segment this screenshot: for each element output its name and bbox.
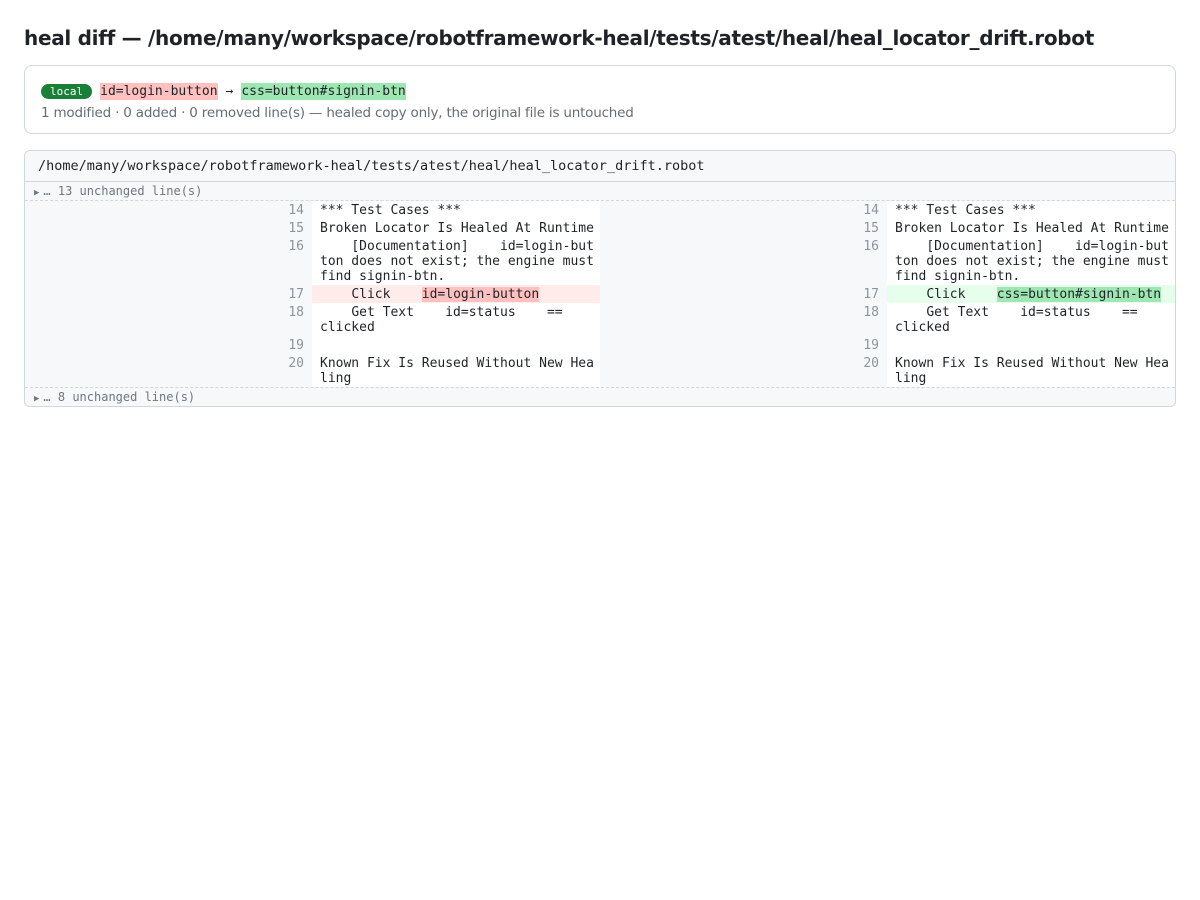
right-code-line: Known Fix Is Reused Without New Healing xyxy=(887,354,1175,387)
left-code-line: *** Test Cases *** xyxy=(312,201,600,219)
original-side: 14 *** Test Cases *** 15 Broken Locator Is … xyxy=(25,201,600,387)
left-line-number: 15 xyxy=(25,219,312,237)
right-code-line: Click css=button#signin-btn xyxy=(887,285,1175,303)
new-locator: css=button#signin-btn xyxy=(241,82,406,100)
left-line-number: 20 xyxy=(25,354,312,387)
source-badge: local xyxy=(41,83,93,99)
arrow-icon: → xyxy=(225,83,234,99)
right-code-line: Broken Locator Is Healed At Runtime xyxy=(887,219,1175,237)
right-code-line: *** Test Cases *** xyxy=(887,201,1175,219)
right-line-number: 20 xyxy=(600,354,887,387)
split-diff-view: 14 *** Test Cases *** 15 Broken Locator Is … xyxy=(25,201,1175,387)
added-locator-highlight: css=button#signin-btn xyxy=(996,286,1162,302)
heal-summary-card: local id=login-button → css=button#signi… xyxy=(24,65,1176,134)
fold-label: … 13 unchanged line(s) xyxy=(43,184,203,198)
right-line-number: 17 xyxy=(600,285,887,303)
expand-unchanged-bottom[interactable]: ▶… 8 unchanged line(s) xyxy=(25,387,1175,406)
old-locator: id=login-button xyxy=(100,82,218,100)
right-code-line: Get Text id=status == clicked xyxy=(887,303,1175,336)
removed-locator-highlight: id=login-button xyxy=(421,286,540,302)
expand-unchanged-top[interactable]: ▶… 13 unchanged line(s) xyxy=(25,182,1175,201)
left-line-number: 14 xyxy=(25,201,312,219)
page-title: heal diff — /home/many/workspace/robotfr… xyxy=(24,26,1095,50)
right-line-number: 18 xyxy=(600,303,887,336)
left-line-number: 19 xyxy=(25,336,312,354)
code-text: Click xyxy=(895,286,997,302)
right-code-line xyxy=(887,336,1175,354)
left-code-line: Known Fix Is Reused Without New Healing xyxy=(312,354,600,387)
right-line-number: 15 xyxy=(600,219,887,237)
expand-triangle-icon: ▶ xyxy=(34,188,40,198)
left-code-line xyxy=(312,336,600,354)
right-line-number: 16 xyxy=(600,237,887,285)
left-line-number: 16 xyxy=(25,237,312,285)
left-code-line: Get Text id=status == clicked xyxy=(312,303,600,336)
change-stats: 1 modified · 0 added · 0 removed line(s)… xyxy=(41,105,634,121)
file-diff: /home/many/workspace/robotframework-heal… xyxy=(24,150,1176,407)
left-code-line: Click id=login-button xyxy=(312,285,600,303)
right-line-number: 19 xyxy=(600,336,887,354)
healed-side: 14 *** Test Cases *** 15 Broken Locator Is … xyxy=(600,201,1175,387)
right-code-line: [Documentation] id=login-button does not… xyxy=(887,237,1175,285)
code-text: Click xyxy=(320,286,422,302)
right-line-number: 14 xyxy=(600,201,887,219)
left-line-number: 17 xyxy=(25,285,312,303)
page: heal diff — /home/many/workspace/robotfr… xyxy=(0,0,1200,407)
locator-change-line: local id=login-button → css=button#signi… xyxy=(41,81,1159,101)
fold-label: … 8 unchanged line(s) xyxy=(43,390,196,404)
file-path-header: /home/many/workspace/robotframework-heal… xyxy=(25,151,1175,182)
left-code-line: [Documentation] id=login-button does not… xyxy=(312,237,600,285)
expand-triangle-icon: ▶ xyxy=(34,394,40,404)
left-code-line: Broken Locator Is Healed At Runtime xyxy=(312,219,600,237)
left-line-number: 18 xyxy=(25,303,312,336)
